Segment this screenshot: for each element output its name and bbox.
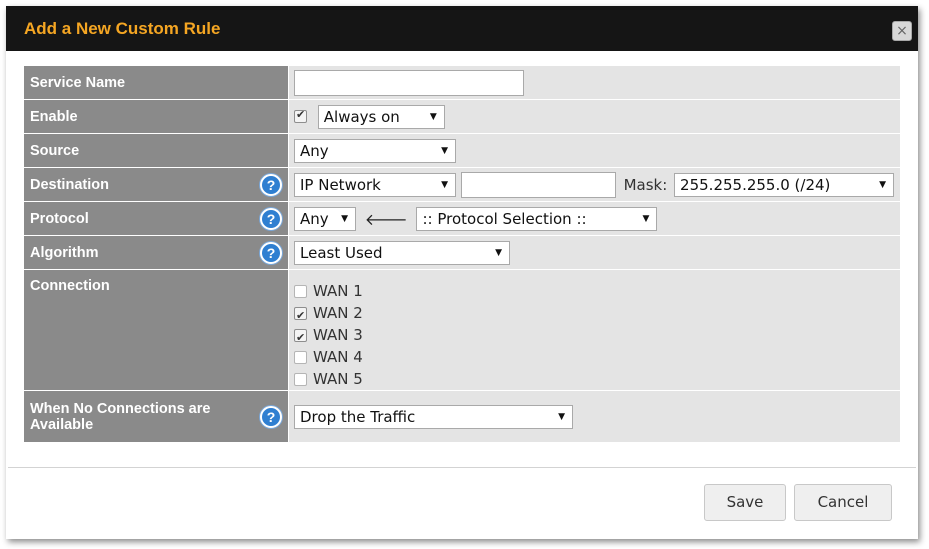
destination-ip-input[interactable]	[460, 171, 616, 198]
mask-label: Mask:	[623, 175, 668, 194]
save-button[interactable]: Save	[704, 484, 786, 521]
mask-select[interactable]: 255.255.255.0 (/24) ▼	[674, 172, 895, 197]
wan-option[interactable]: WAN 4	[294, 346, 895, 368]
wan-checkbox[interactable]	[294, 327, 307, 349]
destination-label: Destination ?	[23, 167, 289, 202]
service-name-row: Service Name	[23, 65, 901, 100]
chevron-down-icon: ▼	[642, 213, 650, 224]
custom-rule-dialog: Add a New Custom Rule × Service Name Ena…	[6, 6, 918, 539]
dialog-titlebar: Add a New Custom Rule ×	[6, 6, 918, 51]
source-select[interactable]: Any ▼	[294, 138, 456, 163]
chevron-down-icon: ▼	[441, 179, 448, 190]
wan-option[interactable]: WAN 2	[294, 302, 895, 327]
connection-label: Connection	[23, 269, 289, 391]
chevron-down-icon: ▼	[558, 411, 565, 422]
wan-option[interactable]: WAN 3	[294, 324, 895, 349]
source-row: Source Any ▼	[23, 133, 901, 168]
service-name-label: Service Name	[23, 65, 289, 100]
no-connections-select[interactable]: Drop the Traffic ▼	[294, 404, 573, 429]
footer-divider	[8, 467, 916, 468]
wan-checkbox[interactable]	[294, 305, 307, 327]
wan-option[interactable]: WAN 1	[294, 280, 895, 302]
enable-label: Enable	[23, 99, 289, 134]
chevron-down-icon: ▼	[429, 111, 437, 122]
enable-row: Enable Always on ▼	[23, 99, 901, 134]
protocol-label: Protocol ?	[23, 201, 289, 236]
connection-row: Connection WAN 1 WAN 2 WAN 3 WAN 4	[23, 269, 901, 391]
protocol-selection-select[interactable]: :: Protocol Selection :: ▼	[416, 206, 658, 231]
destination-type-select[interactable]: IP Network ▼	[294, 172, 456, 197]
chevron-down-icon: ▼	[341, 213, 348, 224]
dialog-title: Add a New Custom Rule	[24, 19, 221, 38]
arrow-left-icon: 🡐	[364, 209, 408, 229]
source-label: Source	[23, 133, 289, 168]
service-name-input[interactable]	[294, 69, 524, 96]
protocol-row: Protocol ? Any ▼ 🡐 :: Protocol Selection…	[23, 201, 901, 236]
wan-checkbox[interactable]	[294, 285, 307, 298]
protocol-select[interactable]: Any ▼	[294, 206, 356, 231]
chevron-down-icon: ▼	[879, 179, 887, 190]
help-icon[interactable]: ?	[260, 405, 282, 428]
wan-checkbox[interactable]	[294, 351, 307, 364]
help-icon[interactable]: ?	[260, 241, 282, 264]
wan-list: WAN 1 WAN 2 WAN 3 WAN 4 WAN 5	[294, 270, 895, 390]
help-icon[interactable]: ?	[260, 207, 282, 230]
rule-form: Service Name Enable Always on ▼ Source A…	[23, 65, 901, 443]
algorithm-select[interactable]: Least Used ▼	[294, 240, 510, 265]
enable-schedule-select[interactable]: Always on ▼	[317, 104, 445, 129]
wan-option[interactable]: WAN 5	[294, 368, 895, 390]
chevron-down-icon: ▼	[495, 247, 502, 258]
algorithm-label: Algorithm ?	[23, 235, 289, 270]
chevron-down-icon: ▼	[441, 145, 448, 156]
close-icon[interactable]: ×	[892, 21, 912, 41]
wan-checkbox[interactable]	[294, 373, 307, 386]
enable-checkbox[interactable]	[294, 108, 307, 123]
no-connections-row: When No Connections are Available ? Drop…	[23, 390, 901, 443]
help-icon[interactable]: ?	[260, 173, 282, 196]
no-connections-label: When No Connections are Available ?	[23, 390, 289, 443]
destination-row: Destination ? IP Network ▼ Mask: 255.255…	[23, 167, 901, 202]
cancel-button[interactable]: Cancel	[794, 484, 892, 521]
algorithm-row: Algorithm ? Least Used ▼	[23, 235, 901, 270]
